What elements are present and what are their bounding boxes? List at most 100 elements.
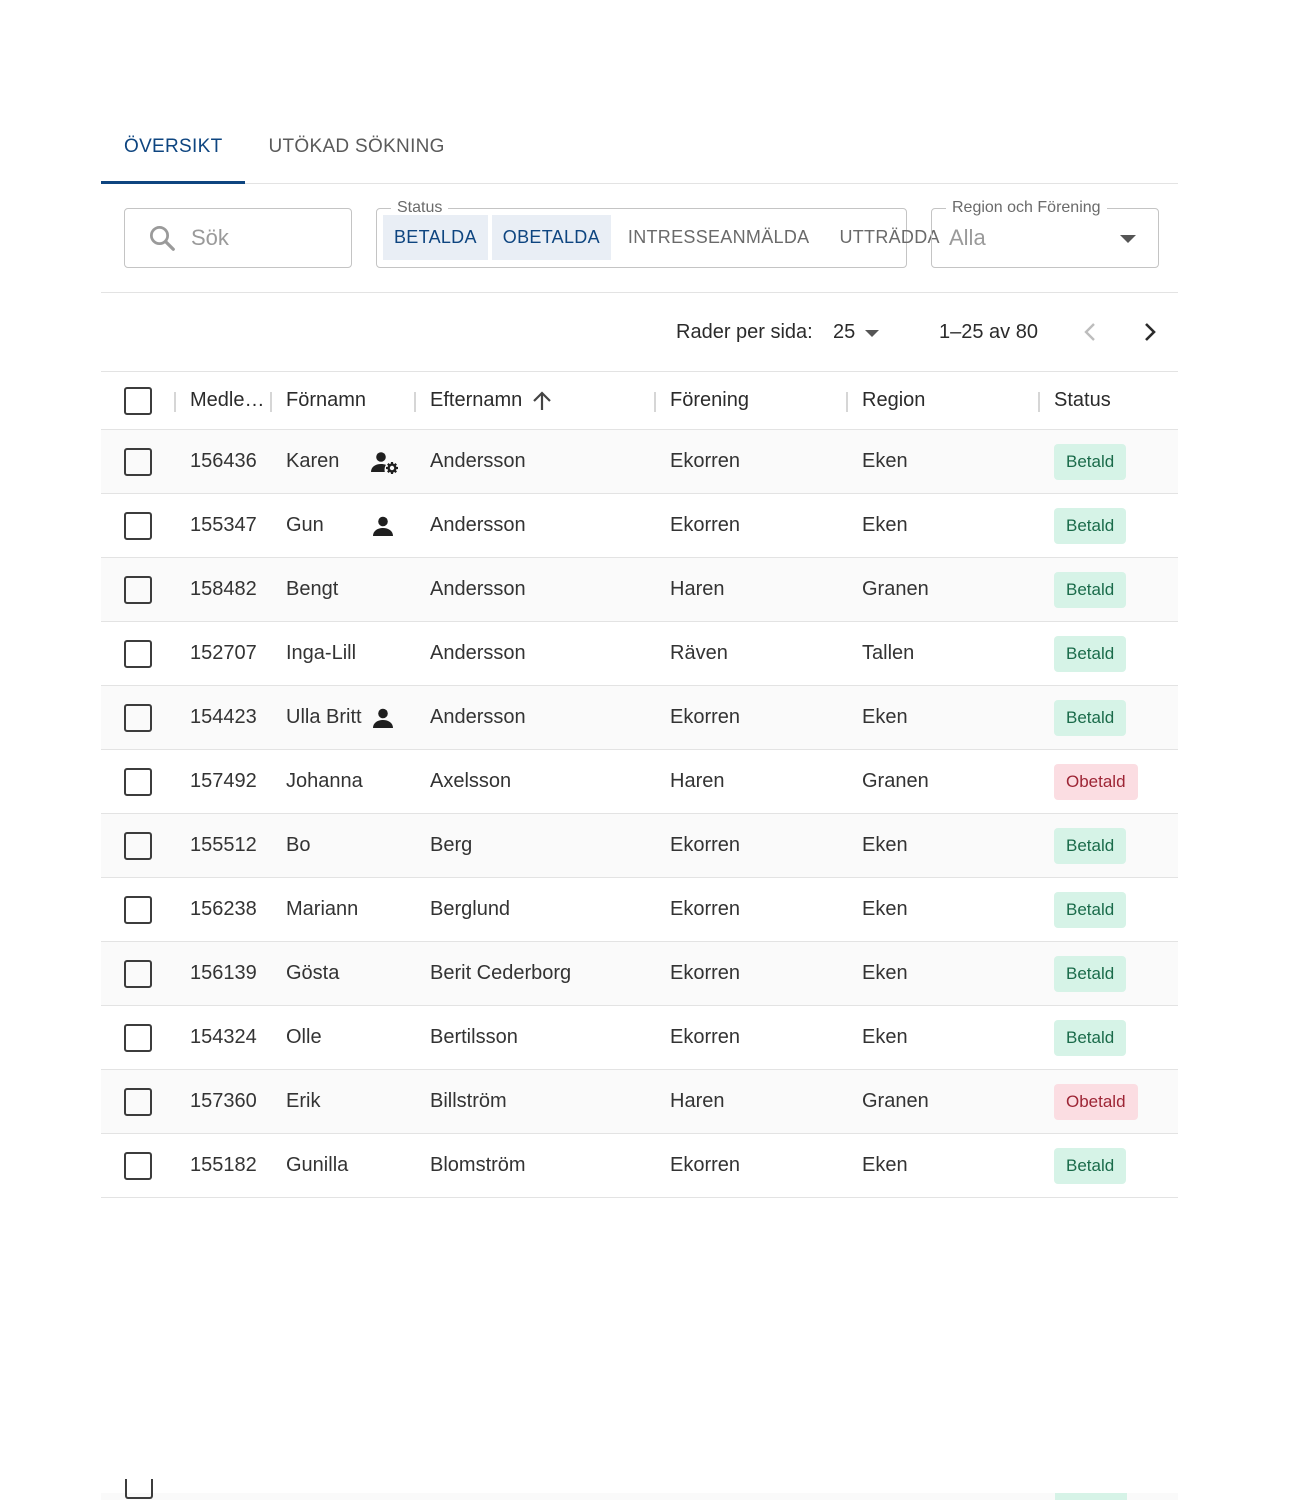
user-gear-icon[interactable] (371, 430, 399, 493)
row-checkbox[interactable] (124, 895, 152, 924)
row-checkbox[interactable] (124, 831, 152, 860)
first-name: Gun (286, 514, 324, 536)
filter-bar: Status BETALDA OBETALDA INTRESSEANMÄLDA … (101, 184, 1178, 293)
table-row[interactable]: 156238 Mariann Berglund Ekorren Eken Betald (101, 878, 1178, 942)
status-cell: Betald (1054, 814, 1127, 877)
forening-name: Ekorren (670, 514, 741, 536)
tab-oversikt[interactable]: ÖVERSIKT (101, 110, 246, 184)
forening-name: Ekorren (670, 898, 741, 920)
user-icon[interactable] (371, 686, 395, 749)
row-checkbox[interactable] (124, 767, 152, 796)
row-checkbox[interactable] (124, 1151, 152, 1180)
sort-ascending-icon[interactable] (532, 390, 552, 412)
member-number: 156238 (190, 898, 257, 920)
last-name: Berit Cederborg (430, 962, 572, 984)
row-checkbox[interactable] (124, 1087, 152, 1116)
tab-utokad-sokning[interactable]: UTÖKAD SÖKNING (245, 110, 467, 183)
status-cell: Betald (1054, 1134, 1127, 1197)
column-separator[interactable] (654, 392, 656, 412)
status-badge: Betald (1054, 827, 1127, 864)
row-checkbox[interactable] (124, 703, 152, 732)
status-filter: Status BETALDA OBETALDA INTRESSEANMÄLDA … (376, 198, 940, 268)
row-checkbox[interactable] (124, 1023, 152, 1052)
table-row[interactable]: 157360 Erik Billström Haren Granen Obetald (101, 1070, 1178, 1134)
forening-name: Ekorren (670, 450, 741, 472)
table-row[interactable]: 156436 Karen Andersson Ekorren Eken Betald (101, 430, 1178, 494)
column-separator[interactable] (846, 392, 848, 412)
column-separator[interactable] (1038, 392, 1040, 412)
row-checkbox[interactable] (124, 639, 152, 668)
status-chip-intresseanmalda[interactable]: INTRESSEANMÄLDA (615, 215, 823, 260)
status-cell: Obetald (1054, 750, 1138, 813)
row-checkbox[interactable] (124, 959, 152, 988)
status-chip-obetalda[interactable]: OBETALDA (491, 215, 611, 260)
column-header-medlemsnummer[interactable]: Medle… (190, 372, 268, 429)
last-name: Blomström (430, 1154, 526, 1176)
region-name: Eken (862, 962, 908, 984)
member-number: 158482 (190, 578, 257, 600)
table-row[interactable]: 157492 Johanna Axelsson Haren Granen Obetald (101, 750, 1178, 814)
table-row[interactable]: 156139 Gösta Berit Cederborg Ekorren Eken Bet… (101, 942, 1178, 1006)
column-separator[interactable] (414, 392, 416, 412)
member-number: 154324 (190, 1026, 257, 1048)
row-checkbox[interactable] (125, 1479, 153, 1499)
status-cell: Betald (1054, 1006, 1127, 1069)
table-row[interactable]: 155182 Gunilla Blomström Ekorren Eken Betald (101, 1134, 1178, 1198)
status-cell: Betald (1054, 942, 1127, 1005)
table-row[interactable]: 158482 Bengt Andersson Haren Granen Betald (101, 558, 1178, 622)
previous-page-button[interactable] (1075, 317, 1105, 347)
select-all-checkbox[interactable] (124, 386, 152, 415)
table-row[interactable] (101, 1479, 1178, 1500)
column-header-status[interactable]: Status (1054, 372, 1111, 429)
table-row[interactable]: 154324 Olle Bertilsson Ekorren Eken Betald (101, 1006, 1178, 1070)
status-badge (1055, 1493, 1127, 1500)
caret-down-icon[interactable] (865, 330, 879, 337)
next-page-button[interactable] (1135, 317, 1165, 347)
last-name: Berglund (430, 898, 511, 920)
status-chip-betalda[interactable]: BETALDA (383, 215, 488, 260)
column-header-forening[interactable]: Förening (670, 372, 749, 429)
region-select-label: Region och Förening (946, 198, 1107, 218)
column-separator[interactable] (174, 392, 176, 412)
last-name: Berg (430, 834, 473, 856)
status-badge: Obetald (1054, 1083, 1138, 1120)
rows-per-page-select[interactable]: 25 (833, 321, 855, 344)
table-row[interactable]: 152707 Inga-Lill Andersson Räven Tallen Betal… (101, 622, 1178, 686)
chevron-right-icon (1145, 323, 1156, 341)
member-overview: ÖVERSIKT UTÖKAD SÖKNING Status BETALDA O… (101, 110, 1178, 1198)
forening-name: Haren (670, 770, 725, 792)
search-box[interactable] (124, 208, 352, 268)
column-header-fornamn[interactable]: Förnamn (286, 372, 366, 429)
status-cell: Betald (1054, 878, 1127, 941)
table-row[interactable]: 155512 Bo Berg Ekorren Eken Betald (101, 814, 1178, 878)
region-name: Granen (862, 578, 929, 600)
region-name: Eken (862, 1026, 908, 1048)
row-checkbox[interactable] (124, 447, 152, 476)
table-row[interactable]: 155347 Gun Andersson Ekorren Eken Betald (101, 494, 1178, 558)
table-body: 156436 Karen Andersson Ekorren Eken Betald 155… (101, 430, 1178, 1198)
tab-bar: ÖVERSIKT UTÖKAD SÖKNING (101, 110, 1178, 184)
user-icon[interactable] (371, 494, 395, 557)
region-name: Eken (862, 514, 908, 536)
column-header-region[interactable]: Region (862, 372, 925, 429)
column-header-efternamn[interactable]: Efternamn (430, 372, 552, 429)
column-separator[interactable] (270, 392, 272, 412)
status-cell: Betald (1054, 622, 1127, 685)
member-number: 155182 (190, 1154, 257, 1176)
member-number: 157360 (190, 1090, 257, 1112)
last-name: Andersson (430, 450, 526, 472)
region-name: Eken (862, 1154, 908, 1176)
row-checkbox[interactable] (124, 511, 152, 540)
first-name: Mariann (286, 898, 359, 920)
pagination: Rader per sida: 25 1–25 av 80 (101, 293, 1178, 372)
table-row[interactable]: 154423 Ulla Britt Andersson Ekorren Eken Beta… (101, 686, 1178, 750)
last-name: Andersson (430, 578, 526, 600)
search-input[interactable] (191, 225, 341, 251)
forening-name: Haren (670, 578, 725, 600)
status-badge: Betald (1054, 891, 1127, 928)
region-select[interactable]: Region och Förening Alla (931, 198, 1159, 268)
first-name: Bengt (286, 578, 339, 600)
forening-name: Ekorren (670, 706, 741, 728)
row-checkbox[interactable] (124, 575, 152, 604)
forening-name: Ekorren (670, 834, 741, 856)
